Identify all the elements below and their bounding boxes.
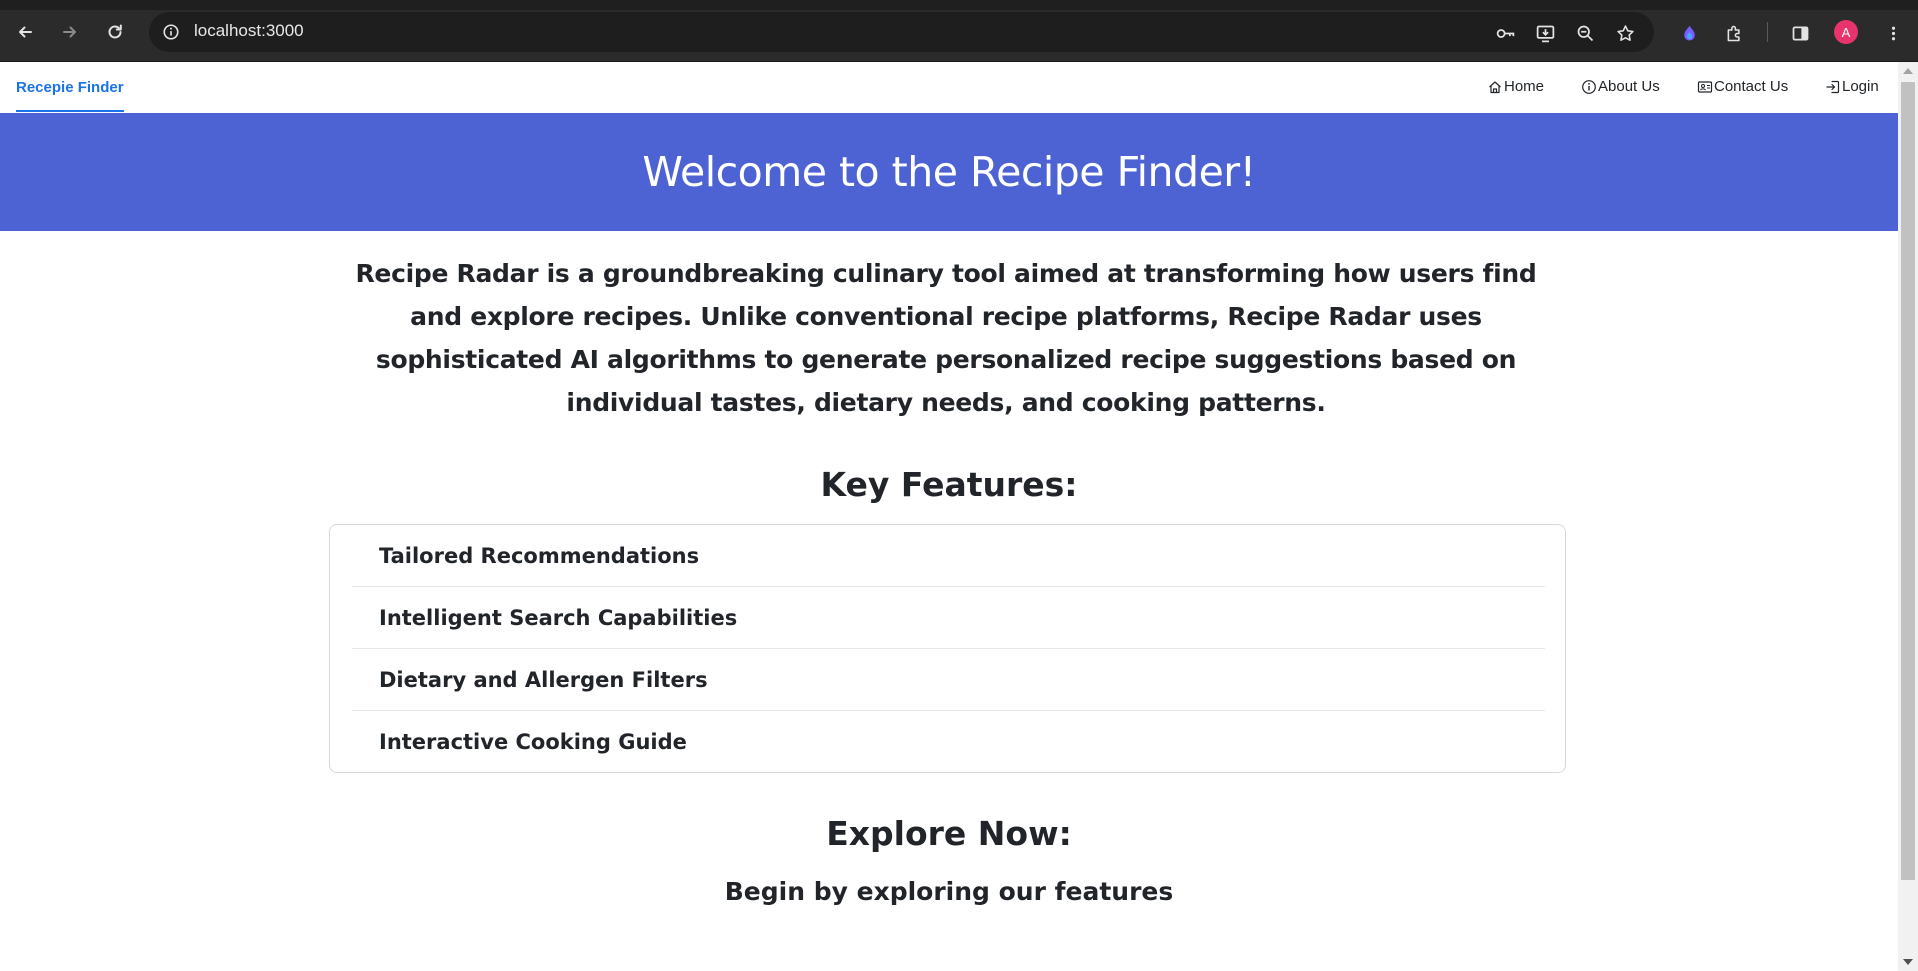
menu-dots-icon[interactable] bbox=[1880, 20, 1906, 46]
nav-contact-label: Contact Us bbox=[1714, 78, 1789, 95]
toolbar-separator bbox=[1767, 22, 1768, 42]
install-app-icon[interactable] bbox=[1532, 20, 1558, 46]
intro-paragraph: Recipe Radar is a groundbreaking culinar… bbox=[355, 259, 1537, 417]
address-bar[interactable]: localhost:3000 bbox=[149, 12, 1654, 52]
extensions-icon[interactable] bbox=[1721, 20, 1747, 46]
nav-about-label: About Us bbox=[1598, 78, 1660, 95]
hero-banner: Welcome to the Recipe Finder! bbox=[0, 113, 1898, 231]
explore-heading: Explore Now: bbox=[826, 814, 1072, 853]
bookmark-star-icon[interactable] bbox=[1612, 20, 1638, 46]
key-features-heading: Key Features: bbox=[820, 465, 1078, 504]
feature-item-intelligent-search: Intelligent Search Capabilities bbox=[352, 587, 1545, 649]
site-navbar: Recepie Finder Home About Us Contact Us … bbox=[0, 62, 1898, 113]
zoom-icon[interactable] bbox=[1572, 20, 1598, 46]
nav-home-link[interactable]: Home bbox=[1487, 78, 1544, 95]
nav-about-link[interactable]: About Us bbox=[1581, 78, 1660, 95]
side-panel-icon[interactable] bbox=[1787, 20, 1813, 46]
tab-strip bbox=[0, 0, 1918, 10]
page-scrollbar[interactable] bbox=[1898, 62, 1918, 971]
feature-item-tailored-recommendations: Tailored Recommendations bbox=[352, 525, 1545, 587]
nav-login-label: Login bbox=[1842, 78, 1879, 95]
url-text[interactable]: localhost:3000 bbox=[194, 21, 304, 41]
scroll-up-arrow-icon[interactable] bbox=[1903, 68, 1913, 74]
back-icon[interactable] bbox=[10, 17, 40, 47]
features-list: Tailored Recommendations Intelligent Sea… bbox=[329, 524, 1566, 773]
nav-home-label: Home bbox=[1504, 78, 1545, 95]
hero-title: Welcome to the Recipe Finder! bbox=[642, 148, 1256, 196]
active-tab-indicator bbox=[16, 110, 124, 112]
home-icon bbox=[1489, 80, 1501, 93]
password-key-icon[interactable] bbox=[1492, 20, 1518, 46]
info-icon bbox=[1582, 79, 1596, 94]
forward-icon[interactable] bbox=[55, 17, 85, 47]
browser-toolbar: localhost:3000 A bbox=[0, 0, 1918, 62]
login-icon bbox=[1826, 80, 1840, 93]
nav-login-link[interactable]: Login bbox=[1825, 78, 1879, 95]
site-info-icon[interactable] bbox=[159, 20, 183, 44]
contact-card-icon bbox=[1697, 80, 1713, 93]
reload-icon[interactable] bbox=[100, 17, 130, 47]
page-viewport: Recepie Finder Home About Us Contact Us … bbox=[0, 62, 1898, 971]
scroll-down-arrow-icon[interactable] bbox=[1903, 959, 1913, 965]
profile-avatar[interactable]: A bbox=[1834, 20, 1858, 44]
scrollbar-thumb[interactable] bbox=[1901, 82, 1915, 880]
feature-item-cooking-guide: Interactive Cooking Guide bbox=[379, 730, 687, 754]
explore-subtitle: Begin by exploring our features bbox=[724, 877, 1174, 906]
feature-item-dietary-filters: Dietary and Allergen Filters bbox=[352, 649, 1545, 711]
brand-link[interactable]: Recepie Finder bbox=[16, 79, 124, 96]
ai-assistant-icon[interactable] bbox=[1676, 20, 1702, 46]
nav-contact-link[interactable]: Contact Us bbox=[1697, 78, 1788, 95]
